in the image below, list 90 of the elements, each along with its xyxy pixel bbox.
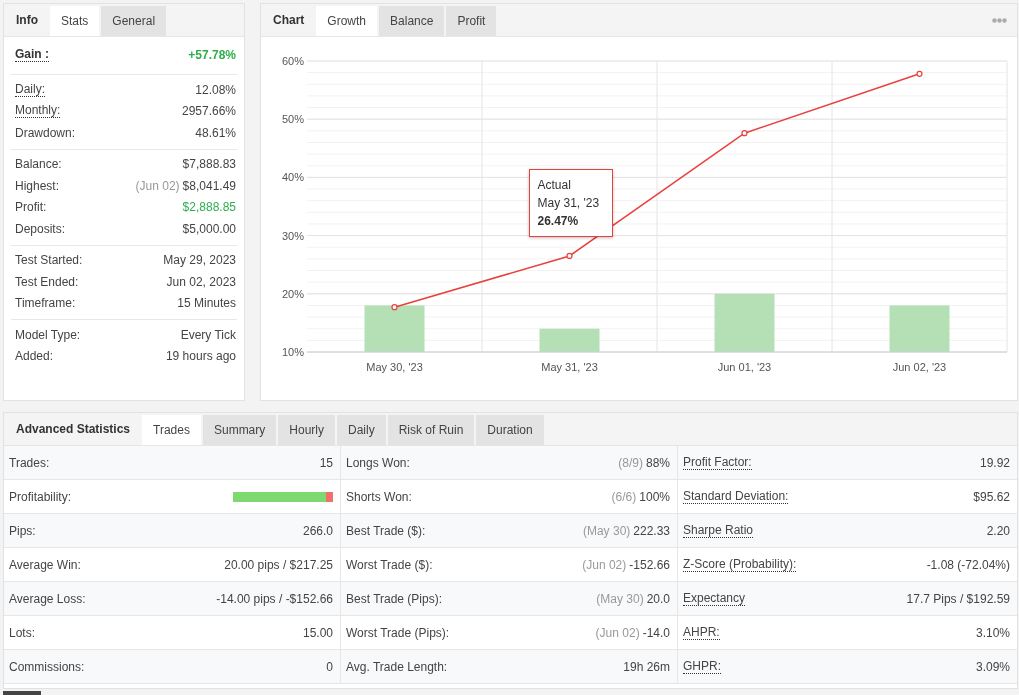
stat-value: Jun 02, 2023 (166, 274, 236, 289)
stat-date: (May 30) (596, 591, 644, 606)
stat-label: Trades: (9, 455, 50, 470)
stat-date: (Jun 02) (582, 557, 627, 572)
stat-label: GHPR: (683, 659, 721, 674)
stat-label: Profitability: (9, 489, 72, 504)
x-axis-label: Jun 01, '23 (717, 361, 772, 373)
stat-label: Best Trade (Pips): (346, 591, 443, 606)
stat-label: Test Started: (15, 253, 83, 268)
stat-label: Shorts Won: (346, 489, 412, 504)
stat-label: Lots: (9, 625, 35, 640)
stat-value: 0 (326, 659, 333, 674)
stat-label: Z-Score (Probability): (683, 557, 797, 572)
stat-date: (Jun 02) (595, 625, 640, 640)
stat-label: Commissions: (9, 659, 85, 674)
tooltip-series: Actual (537, 176, 572, 194)
stat-label: Test Ended: (15, 274, 79, 289)
stat-value: Every Tick (180, 327, 236, 342)
tooltip-value: 26.47% (537, 212, 580, 230)
stat-value: $2,888.85 (182, 200, 236, 215)
stat-value: +57.78% (188, 48, 236, 62)
stat-label: Pips: (9, 523, 36, 538)
stat-label: Worst Trade ($): (346, 557, 433, 572)
stat-value: -14.0 (642, 625, 670, 640)
stat-value: 15 Minutes (177, 296, 236, 311)
stat-label: Profit: (15, 200, 47, 215)
stat-value: May 29, 2023 (163, 253, 236, 268)
stat-value: $7,888.83 (182, 157, 236, 172)
stat-label: Timeframe: (15, 296, 76, 311)
stat-value: 15 (319, 455, 333, 470)
stat-label: Avg. Trade Length: (346, 659, 448, 674)
stat-label: Average Loss: (9, 591, 86, 606)
stat-value: 266.0 (302, 523, 333, 538)
stat-label: Deposits: (15, 221, 66, 236)
stat-value: -1.08 (-72.04%) (926, 557, 1010, 572)
stat-value: 2.20 (986, 523, 1010, 538)
stat-date: (6/6) (611, 489, 637, 504)
stat-label: Average Win: (9, 557, 81, 572)
stat-label: Model Type: (15, 327, 81, 342)
stat-value: -152.66 (629, 557, 670, 572)
stat-label: Drawdown: (15, 125, 76, 140)
stat-value: 3.10% (975, 625, 1010, 640)
stat-label: Expectancy (683, 591, 746, 606)
stat-value: 19h 26m (623, 659, 670, 674)
stat-value: -14.00 pips / -$152.66 (216, 591, 333, 606)
x-axis-label: May 31, '23 (541, 361, 598, 373)
stat-label: Balance: (15, 157, 62, 172)
x-axis-label: May 30, '23 (366, 361, 423, 373)
stat-value: 12.08% (195, 82, 236, 97)
y-axis-label: 40% (281, 171, 304, 184)
stat-value: 222.33 (633, 523, 670, 538)
stat-date: (Jun 02) (135, 178, 180, 193)
tooltip-date: May 31, '23 (537, 194, 601, 212)
stat-label: Highest: (15, 178, 60, 193)
panel-title: Chart (272, 12, 306, 29)
y-axis-label: 10% (281, 346, 304, 358)
stat-value: 19.92 (979, 455, 1010, 470)
stat-value: 48.61% (195, 125, 236, 140)
stat-value: 2957.66% (181, 104, 236, 119)
stat-value: 17.7 Pips / $192.59 (906, 591, 1010, 606)
stat-label: Best Trade ($): (346, 523, 426, 538)
stat-value: 100% (639, 489, 670, 504)
y-axis-label: 30% (281, 229, 304, 242)
stat-value: 19 hours ago (165, 349, 236, 364)
panel-title: Advanced Statistics (15, 421, 132, 438)
stat-value: 15.00 (302, 625, 333, 640)
y-axis-label: 50% (281, 113, 304, 126)
stat-label: Profit Factor: (683, 455, 752, 470)
stat-value: $5,000.00 (182, 221, 236, 236)
stat-value: 3.09% (975, 659, 1010, 674)
stat-value: $8,041.49 (182, 178, 236, 193)
y-axis-label: 60% (281, 55, 304, 67)
stat-value: $95.62 (973, 489, 1010, 504)
y-axis-label: 20% (281, 287, 304, 300)
stat-value: 88% (645, 455, 670, 470)
stat-label: AHPR: (683, 625, 720, 640)
stat-label: Sharpe Ratio (683, 523, 754, 538)
stat-label: Daily: (15, 82, 45, 97)
stat-label: Longs Won: (346, 455, 410, 470)
stat-label: Added: (15, 349, 54, 364)
stat-label: Gain : (15, 48, 49, 62)
stat-value: 20.00 pips / $217.25 (224, 557, 333, 572)
stat-date: (May 30) (582, 523, 631, 538)
panel-title: Info (15, 12, 39, 29)
stat-date: (8/9) (618, 455, 643, 470)
stat-label: Standard Deviation: (683, 489, 789, 504)
stat-value: 20.0 (646, 591, 670, 606)
x-axis-label: Jun 02, '23 (892, 361, 947, 373)
stat-label: Worst Trade (Pips): (346, 625, 450, 640)
stat-label: Monthly: (15, 104, 61, 119)
